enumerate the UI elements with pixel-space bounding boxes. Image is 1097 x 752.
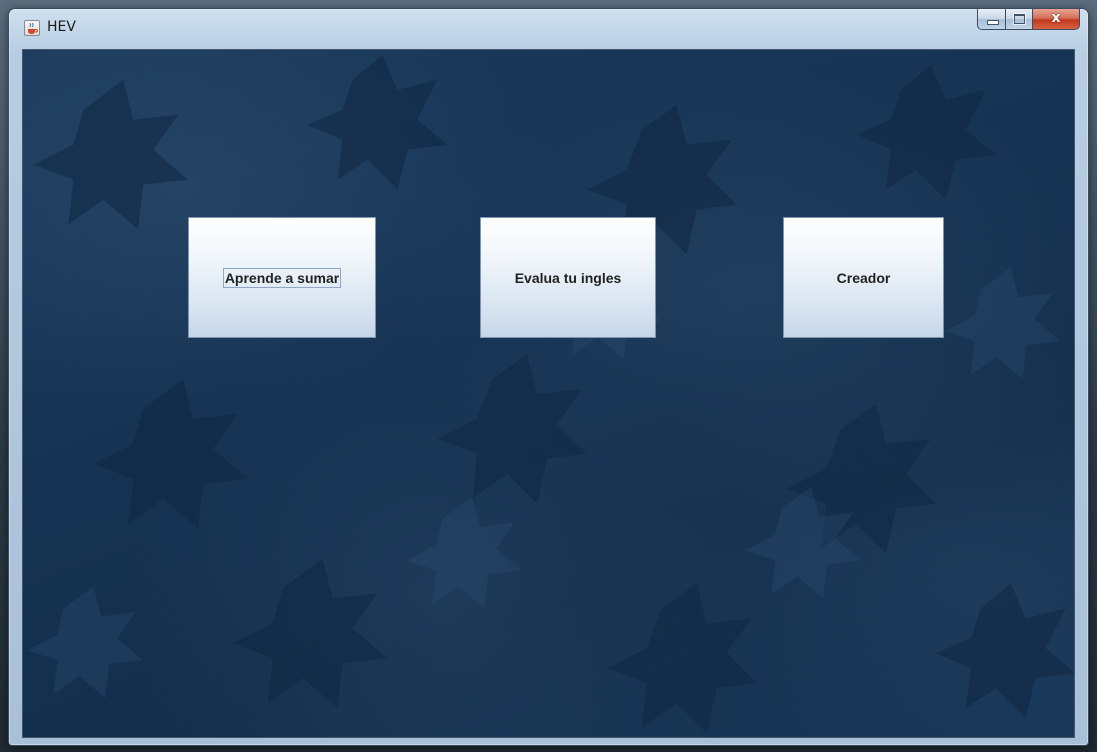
leaf-background-texture xyxy=(27,54,1074,734)
button-label: Creador xyxy=(836,269,891,286)
maximize-button[interactable] xyxy=(1006,9,1033,30)
caption-buttons: x xyxy=(977,9,1080,31)
minimize-button[interactable] xyxy=(977,9,1006,30)
creador-button[interactable]: Creador xyxy=(783,217,944,338)
minimize-icon xyxy=(987,20,999,25)
close-icon: x xyxy=(1051,10,1061,26)
button-label: Evalua tu ingles xyxy=(514,269,622,286)
close-button[interactable]: x xyxy=(1033,9,1080,30)
java-cup-icon xyxy=(24,20,40,36)
maximize-icon xyxy=(1014,14,1025,24)
window-title: HEV xyxy=(47,19,76,35)
content-panel: Aprende a sumar Evalua tu ingles Creador xyxy=(22,49,1075,738)
aprende-a-sumar-button[interactable]: Aprende a sumar xyxy=(188,217,376,338)
app-window: HEV x Aprende a sumar Evalua tu ingles C… xyxy=(8,8,1089,746)
button-label: Aprende a sumar xyxy=(222,267,342,288)
title-bar[interactable]: HEV x xyxy=(9,9,1088,49)
evalua-tu-ingles-button[interactable]: Evalua tu ingles xyxy=(480,217,656,338)
desktop-background: HEV x Aprende a sumar Evalua tu ingles C… xyxy=(0,0,1097,752)
